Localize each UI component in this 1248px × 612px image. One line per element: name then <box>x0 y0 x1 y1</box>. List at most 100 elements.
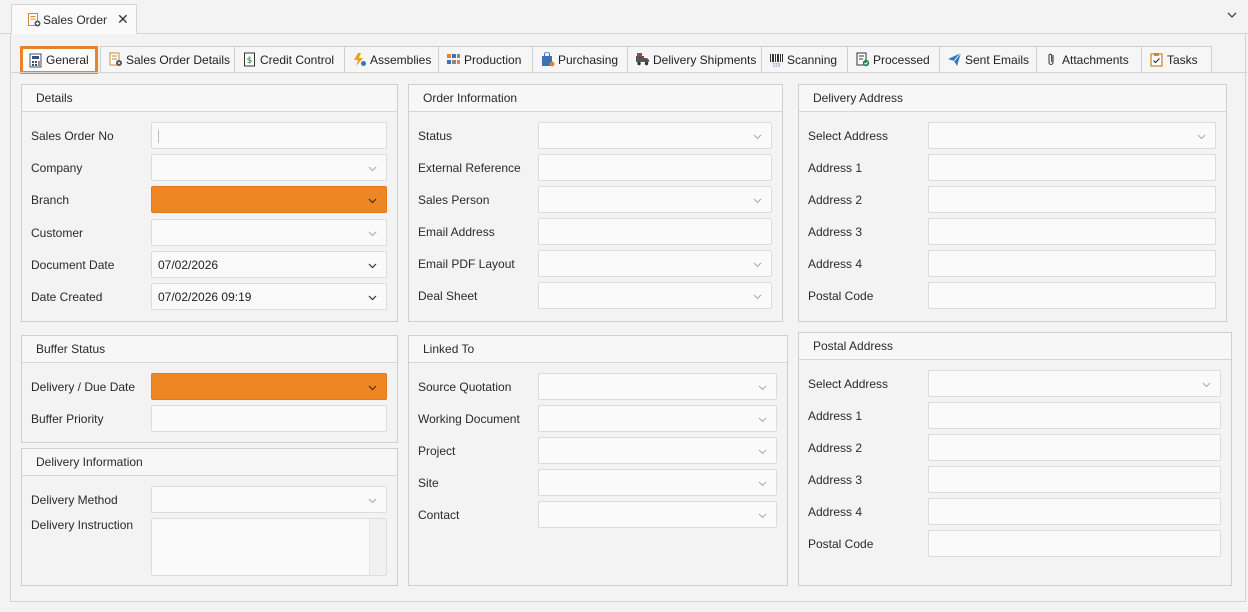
chevron-down-icon <box>753 134 762 140</box>
postal-select-address[interactable] <box>928 370 1221 397</box>
buffer-priority-input[interactable] <box>151 405 387 432</box>
textarea-scrollbar[interactable] <box>369 519 386 575</box>
label-select-address: Select Address <box>808 129 889 143</box>
tab-tasks[interactable]: Tasks <box>1141 46 1212 73</box>
chevron-down-icon <box>758 385 767 391</box>
working-document-select[interactable] <box>538 405 777 432</box>
label-site: Site <box>418 476 439 490</box>
deal-sheet-select[interactable] <box>538 282 772 309</box>
label-external-reference: External Reference <box>418 161 521 175</box>
label-address-3: Address 3 <box>808 473 863 487</box>
site-select[interactable] <box>538 469 777 496</box>
source-quotation-select[interactable] <box>538 373 777 400</box>
delivery-instruction-textarea[interactable] <box>151 518 387 576</box>
buffer-status-header: Buffer Status <box>22 336 397 363</box>
tab-scanning[interactable]: 123 Scanning <box>761 46 848 73</box>
chevron-down-icon <box>1197 134 1206 140</box>
label-deal-sheet: Deal Sheet <box>418 289 478 303</box>
tab-sent-emails[interactable]: Sent Emails <box>939 46 1037 73</box>
chevron-down-icon <box>368 498 377 504</box>
label-working-document: Working Document <box>418 412 520 426</box>
label-sales-person: Sales Person <box>418 193 490 207</box>
chevron-down-icon <box>368 263 377 269</box>
branch-select[interactable] <box>151 186 387 213</box>
tab-assemblies[interactable]: Assemblies <box>344 46 439 73</box>
chevron-down-icon <box>753 294 762 300</box>
sales-order-no-input[interactable] <box>151 122 387 149</box>
paperclip-icon <box>1048 53 1054 66</box>
tab-label: Sent Emails <box>965 52 1030 67</box>
tab-label: Tasks <box>1167 52 1198 67</box>
label-customer: Customer <box>31 226 84 240</box>
label-date-created: Date Created <box>31 290 103 304</box>
delivery-address-1-input[interactable] <box>928 154 1216 181</box>
label-email-address: Email Address <box>418 225 495 239</box>
postal-address-header: Postal Address <box>799 333 1231 360</box>
chevron-down-icon <box>758 513 767 519</box>
tab-label: Attachments <box>1062 52 1129 67</box>
label-address-2: Address 2 <box>808 441 863 455</box>
tab-divider <box>11 72 1247 73</box>
paper-plane-icon <box>948 52 962 66</box>
email-pdf-layout-select[interactable] <box>538 250 772 277</box>
chevron-down-icon <box>758 417 767 423</box>
label-status: Status <box>418 129 453 143</box>
tab-production[interactable]: Production <box>438 46 533 73</box>
tab-purchasing[interactable]: Purchasing <box>532 46 628 73</box>
chevron-down-icon[interactable] <box>1226 9 1238 21</box>
project-select[interactable] <box>538 437 777 464</box>
postal-postal-code-input[interactable] <box>928 530 1221 557</box>
document-date-picker[interactable]: 07/02/2026 <box>151 251 387 278</box>
tab-sales-order-details[interactable]: Sales Order Details <box>100 46 235 73</box>
delivery-address-2-input[interactable] <box>928 186 1216 213</box>
label-address-4: Address 4 <box>808 505 863 519</box>
lightning-gear-icon <box>354 53 366 66</box>
tab-attachments[interactable]: Attachments <box>1036 46 1142 73</box>
clipboard-check-icon <box>1150 53 1163 67</box>
delivery-postal-code-input[interactable] <box>928 282 1216 309</box>
document-gear-icon <box>109 52 122 66</box>
label-delivery-method: Delivery Method <box>31 493 118 507</box>
label-address-3: Address 3 <box>808 225 863 239</box>
tab-processed[interactable]: Processed <box>847 46 940 73</box>
contact-select[interactable] <box>538 501 777 528</box>
postal-address-4-input[interactable] <box>928 498 1221 525</box>
date-created-value: 07/02/2026 09:19 <box>158 290 252 304</box>
delivery-address-3-input[interactable] <box>928 218 1216 245</box>
external-reference-input[interactable] <box>538 154 772 181</box>
linked-to-header: Linked To <box>409 336 787 363</box>
delivery-method-select[interactable] <box>151 486 387 513</box>
delivery-due-date-picker[interactable] <box>151 373 387 400</box>
label-delivery-instruction: Delivery Instruction <box>31 518 134 532</box>
tab-label: Scanning <box>787 52 838 67</box>
email-address-input[interactable] <box>538 218 772 245</box>
label-contact: Contact <box>418 508 460 522</box>
tab-general[interactable]: General <box>20 46 98 74</box>
doc-tab-title: Sales Order <box>43 13 108 27</box>
label-address-4: Address 4 <box>808 257 863 271</box>
details-header: Details <box>22 85 397 112</box>
delivery-address-4-input[interactable] <box>928 250 1216 277</box>
date-created-picker[interactable]: 07/02/2026 09:19 <box>151 283 387 310</box>
tab-credit-control[interactable]: $ Credit Control <box>234 46 345 73</box>
sales-person-select[interactable] <box>538 186 772 213</box>
tab-label: Credit Control <box>260 52 335 67</box>
delivery-select-address[interactable] <box>928 122 1216 149</box>
status-select[interactable] <box>538 122 772 149</box>
close-icon[interactable]: ✕ <box>117 11 129 28</box>
delivery-information-header: Delivery Information <box>22 449 397 476</box>
label-delivery-due-date: Delivery / Due Date <box>31 380 136 394</box>
document-date-value: 07/02/2026 <box>158 258 219 272</box>
postal-address-2-input[interactable] <box>928 434 1221 461</box>
tab-label: Delivery Shipments <box>653 52 757 67</box>
tab-delivery-shipments[interactable]: Delivery Shipments <box>627 46 762 73</box>
company-select[interactable] <box>151 154 387 181</box>
delivery-address-header: Delivery Address <box>799 85 1226 112</box>
postal-address-1-input[interactable] <box>928 402 1221 429</box>
label-company: Company <box>31 161 83 175</box>
postal-address-3-input[interactable] <box>928 466 1221 493</box>
doc-tab-sales-order[interactable]: Sales Order ✕ <box>11 4 137 35</box>
label-select-address: Select Address <box>808 377 889 391</box>
label-email-pdf-layout: Email PDF Layout <box>418 257 515 271</box>
customer-select[interactable] <box>151 219 387 246</box>
